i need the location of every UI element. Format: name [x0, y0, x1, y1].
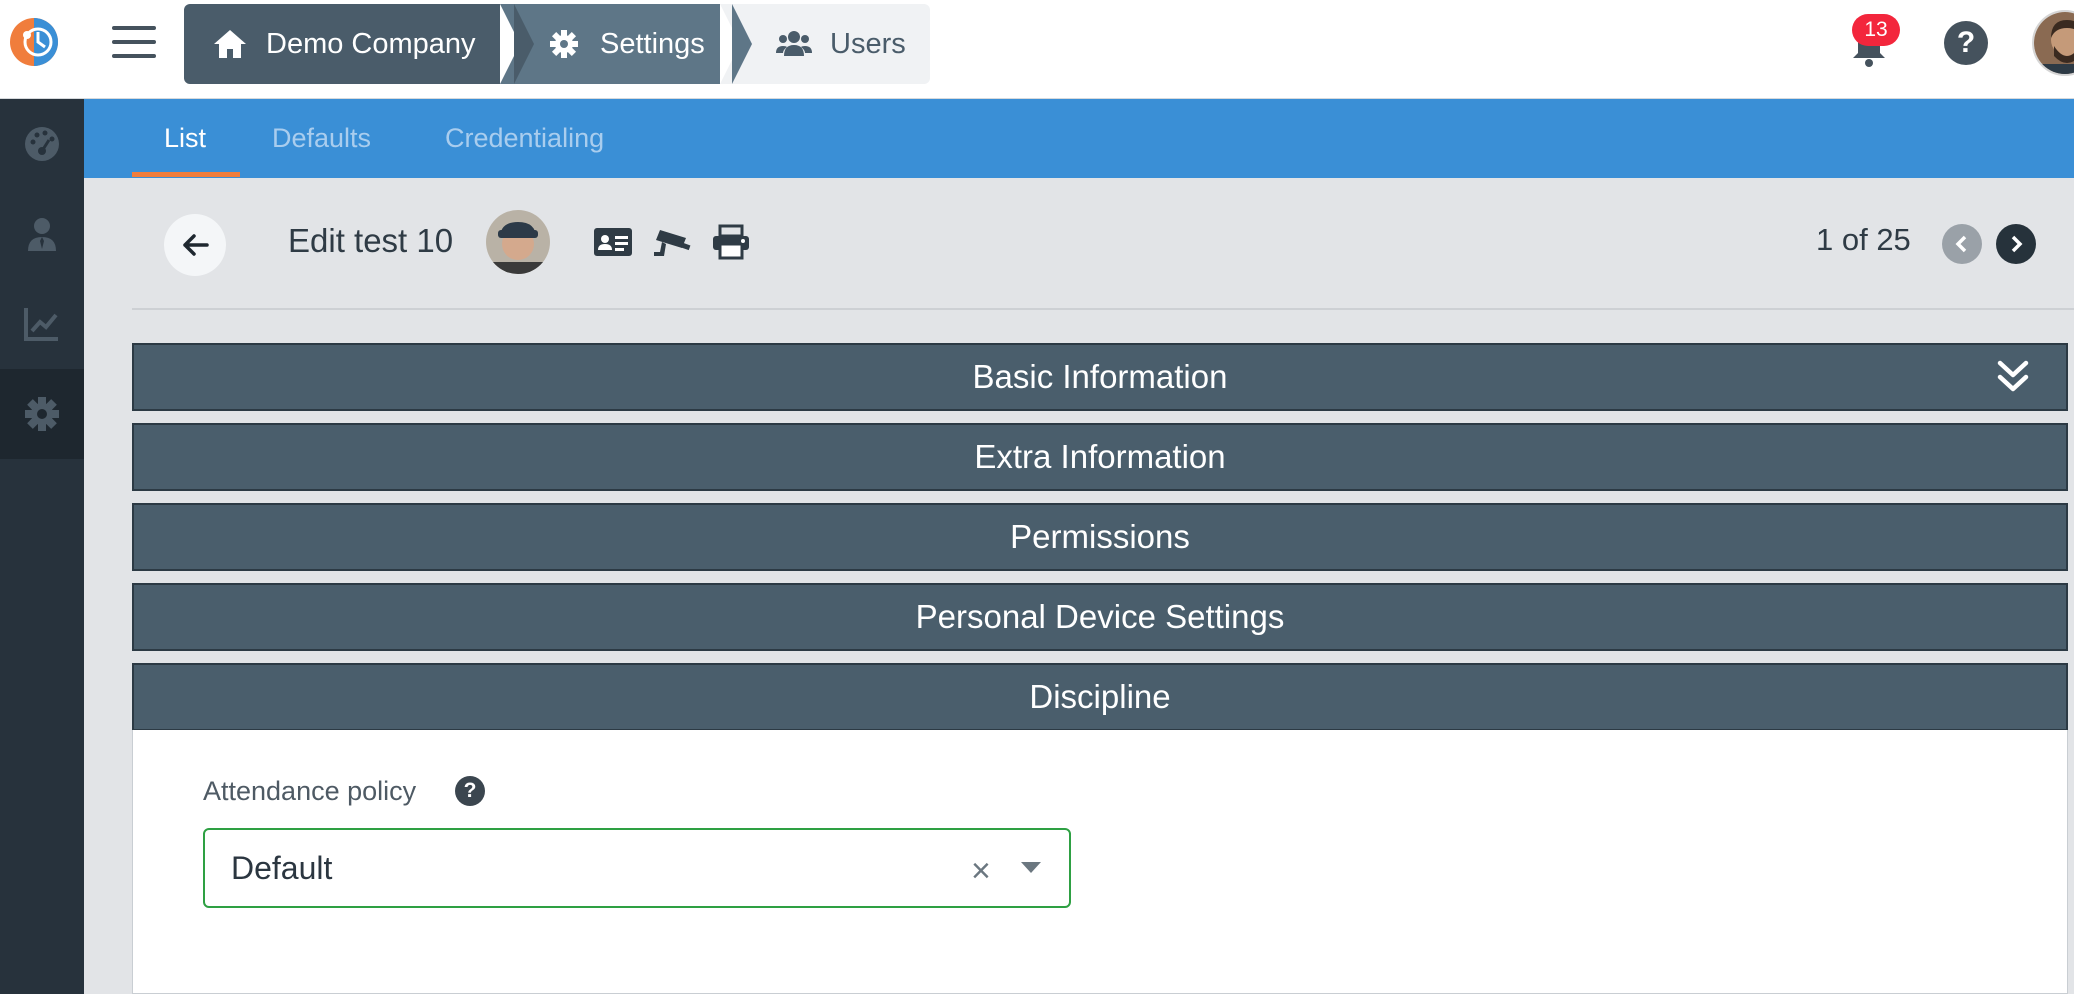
main-content: Edit test 10 1 of 25 Basic Information E…: [84, 178, 2074, 994]
chart-line-icon: [24, 308, 58, 341]
attendance-policy-help-icon[interactable]: ?: [455, 776, 485, 806]
hamburger-line: [112, 26, 156, 30]
current-user-avatar[interactable]: [2032, 10, 2074, 76]
breadcrumb-label: Settings: [600, 27, 705, 60]
home-icon: [214, 30, 246, 58]
breadcrumb-settings[interactable]: Settings: [500, 4, 752, 84]
section-permissions[interactable]: Permissions: [132, 503, 2068, 571]
section-title: Permissions: [1010, 518, 1190, 555]
previous-record-button[interactable]: [1942, 224, 1982, 264]
print-icon[interactable]: [710, 224, 752, 260]
sidebar-item-users[interactable]: [0, 189, 84, 279]
section-title: Extra Information: [974, 438, 1226, 475]
header-divider: [132, 308, 2074, 310]
security-camera-icon[interactable]: [652, 224, 694, 260]
sidebar-item-dashboard[interactable]: [0, 99, 84, 189]
record-pager-text: 1 of 25: [1816, 222, 1911, 257]
dashboard-icon: [25, 127, 59, 161]
left-sidebar: [0, 99, 84, 994]
section-title: Discipline: [1029, 678, 1171, 715]
page-title: Edit test 10: [288, 222, 454, 259]
section-extra-information[interactable]: Extra Information: [132, 423, 2068, 491]
attendance-policy-select[interactable]: Default ×: [203, 828, 1071, 908]
help-button[interactable]: ?: [1944, 21, 1988, 65]
arrow-left-icon: [183, 234, 209, 256]
tab-defaults[interactable]: Defaults: [272, 99, 371, 178]
caret-down-icon[interactable]: [1021, 862, 1041, 873]
chevron-left-icon: [1955, 235, 1967, 253]
user-photo-icon: [486, 210, 550, 274]
active-tab-indicator: [132, 172, 240, 177]
tab-bar: List Defaults Credentialing: [84, 99, 2074, 178]
breadcrumb-label: Demo Company: [266, 27, 476, 60]
next-record-button[interactable]: [1996, 224, 2036, 264]
hamburger-line: [112, 40, 156, 44]
top-bar: Demo Company Settings Users 13 ?: [0, 0, 2074, 99]
clear-selection-icon[interactable]: ×: [971, 852, 991, 891]
double-chevron-down-icon[interactable]: [1994, 357, 2032, 397]
id-card-icon[interactable]: [592, 224, 634, 260]
section-title: Personal Device Settings: [915, 598, 1285, 635]
user-photo[interactable]: [486, 210, 550, 274]
gear-icon: [25, 397, 59, 431]
users-icon: [776, 31, 812, 56]
notification-count-badge[interactable]: 13: [1852, 14, 1900, 46]
app-logo-icon[interactable]: [8, 16, 60, 68]
chevron-right-icon: [2011, 235, 2023, 253]
section-personal-device-settings[interactable]: Personal Device Settings: [132, 583, 2068, 651]
menu-toggle-button[interactable]: [112, 26, 156, 62]
avatar-photo-icon: [2034, 12, 2074, 74]
attendance-policy-value: Default: [231, 850, 333, 886]
tab-list[interactable]: List: [164, 99, 206, 178]
tab-credentialing[interactable]: Credentialing: [445, 99, 604, 178]
sidebar-item-reports[interactable]: [0, 279, 84, 369]
breadcrumb-demo-company[interactable]: Demo Company: [184, 4, 534, 84]
section-basic-information[interactable]: Basic Information: [132, 343, 2068, 411]
hamburger-line: [112, 54, 156, 58]
gear-icon: [550, 30, 578, 58]
section-title: Basic Information: [972, 358, 1228, 395]
discipline-panel: Attendance policy ? Default ×: [132, 730, 2068, 994]
breadcrumb-label: Users: [830, 27, 906, 60]
section-discipline[interactable]: Discipline: [132, 663, 2068, 731]
back-button[interactable]: [164, 214, 226, 276]
user-icon: [28, 218, 56, 251]
attendance-policy-label: Attendance policy: [203, 776, 417, 806]
sidebar-item-settings[interactable]: [0, 369, 84, 459]
